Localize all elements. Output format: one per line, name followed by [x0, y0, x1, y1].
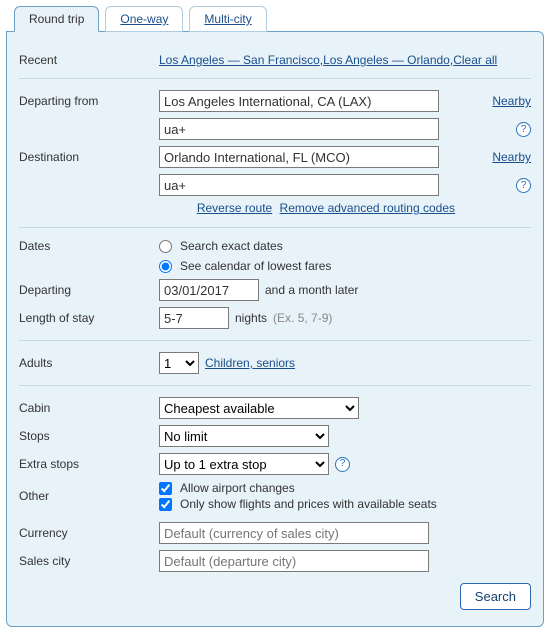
- nights-example-text: (Ex. 5, 7-9): [273, 311, 332, 325]
- other-label: Other: [19, 489, 159, 503]
- currency-label: Currency: [19, 526, 159, 540]
- currency-input[interactable]: [159, 522, 429, 544]
- length-of-stay-input[interactable]: [159, 307, 229, 329]
- search-exact-dates-label: Search exact dates: [180, 239, 283, 253]
- cabin-select[interactable]: Cheapest available: [159, 397, 359, 419]
- departing-airport-input[interactable]: [159, 90, 439, 112]
- recent-link-1[interactable]: Los Angeles — San Francisco: [159, 53, 320, 67]
- see-calendar-label: See calendar of lowest fares: [180, 259, 331, 273]
- adults-label: Adults: [19, 356, 159, 370]
- allow-airport-changes-checkbox[interactable]: [159, 482, 172, 495]
- remove-routing-codes-link[interactable]: Remove advanced routing codes: [280, 201, 455, 215]
- search-panel: Recent Los Angeles — San Francisco, Los …: [6, 31, 544, 627]
- dates-label: Dates: [19, 239, 159, 253]
- sales-city-input[interactable]: [159, 550, 429, 572]
- departing-date-label: Departing: [19, 283, 159, 297]
- tab-one-way[interactable]: One-way: [105, 6, 183, 32]
- sales-city-label: Sales city: [19, 554, 159, 568]
- departing-date-input[interactable]: [159, 279, 259, 301]
- cabin-label: Cabin: [19, 401, 159, 415]
- adults-select[interactable]: 1: [159, 352, 199, 374]
- stops-select[interactable]: No limit: [159, 425, 329, 447]
- search-exact-dates-radio[interactable]: [159, 240, 172, 253]
- children-seniors-link[interactable]: Children, seniors: [205, 356, 295, 370]
- nights-text: nights: [235, 311, 267, 325]
- tab-multi-city[interactable]: Multi-city: [189, 6, 266, 32]
- help-icon[interactable]: ?: [516, 178, 531, 193]
- destination-airport-input[interactable]: [159, 146, 439, 168]
- only-available-seats-checkbox[interactable]: [159, 498, 172, 511]
- only-available-seats-label: Only show flights and prices with availa…: [180, 497, 437, 511]
- search-button[interactable]: Search: [460, 583, 531, 610]
- recent-link-2[interactable]: Los Angeles — Orlando: [323, 53, 450, 67]
- destination-routing-code-input[interactable]: [159, 174, 439, 196]
- and-month-later-text: and a month later: [265, 283, 358, 297]
- reverse-route-link[interactable]: Reverse route: [197, 201, 272, 215]
- length-of-stay-label: Length of stay: [19, 311, 159, 325]
- tab-round-trip[interactable]: Round trip: [14, 6, 99, 32]
- recent-clear-all[interactable]: Clear all: [453, 53, 497, 67]
- help-icon[interactable]: ?: [516, 122, 531, 137]
- destination-nearby-link[interactable]: Nearby: [492, 150, 531, 164]
- departing-nearby-link[interactable]: Nearby: [492, 94, 531, 108]
- departing-from-label: Departing from: [19, 94, 159, 108]
- stops-label: Stops: [19, 429, 159, 443]
- see-calendar-radio[interactable]: [159, 260, 172, 273]
- recent-label: Recent: [19, 53, 159, 67]
- allow-airport-changes-label: Allow airport changes: [180, 481, 295, 495]
- extra-stops-select[interactable]: Up to 1 extra stop: [159, 453, 329, 475]
- extra-stops-label: Extra stops: [19, 457, 159, 471]
- destination-label: Destination: [19, 150, 159, 164]
- departing-routing-code-input[interactable]: [159, 118, 439, 140]
- help-icon[interactable]: ?: [335, 457, 350, 472]
